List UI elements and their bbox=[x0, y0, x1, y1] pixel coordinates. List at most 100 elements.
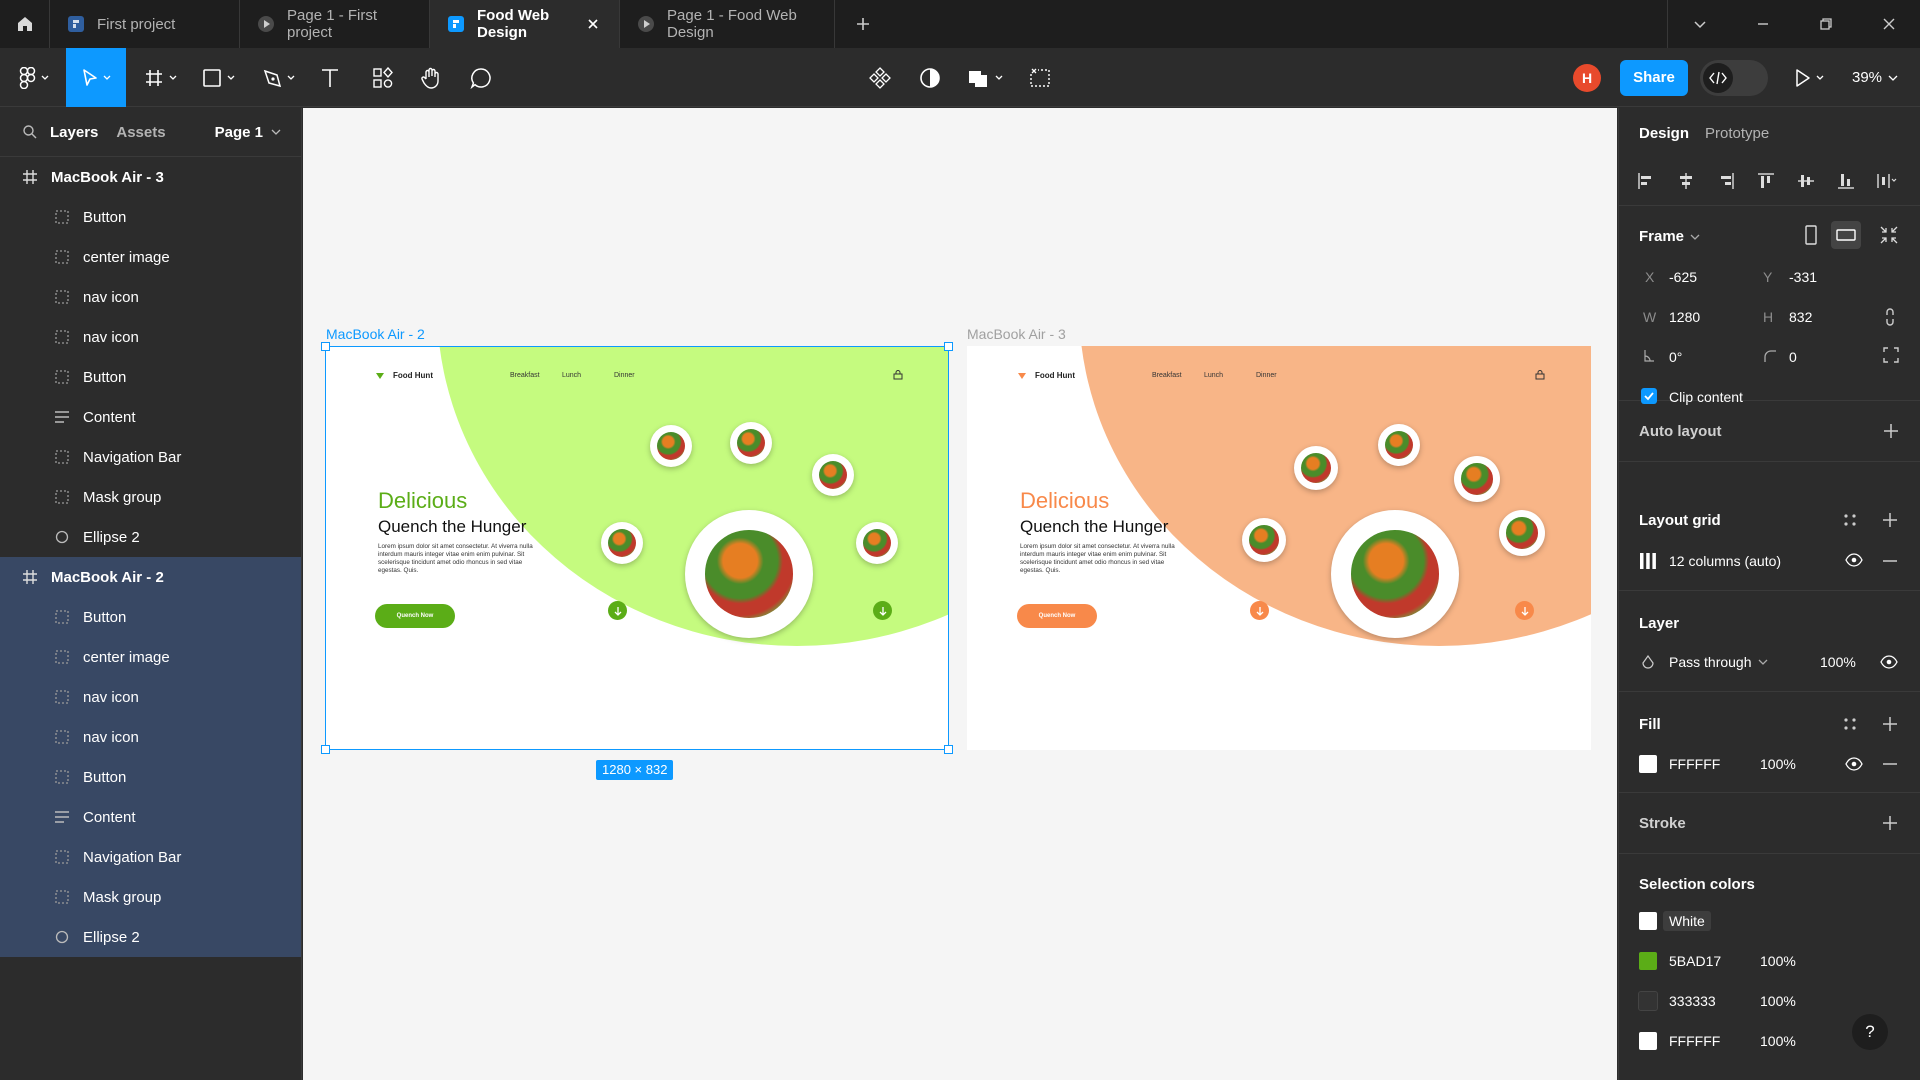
tab-design[interactable]: Design bbox=[1639, 125, 1689, 142]
layer-item[interactable]: Navigation Bar bbox=[0, 437, 301, 477]
layer-item[interactable]: Button bbox=[0, 357, 301, 397]
resize-to-fit-icon[interactable] bbox=[1877, 223, 1901, 247]
color-opacity[interactable]: 100% bbox=[1760, 1033, 1796, 1049]
columns-icon[interactable] bbox=[1639, 552, 1657, 570]
y-input[interactable]: -331 bbox=[1789, 269, 1817, 285]
frame-preset-dropdown[interactable]: Frame bbox=[1639, 228, 1700, 245]
color-label[interactable]: FFFFFF bbox=[1669, 1033, 1720, 1049]
layer-opacity-input[interactable]: 100% bbox=[1820, 654, 1856, 670]
layer-item[interactable]: nav icon bbox=[0, 717, 301, 757]
align-middle-v-button[interactable] bbox=[1797, 172, 1817, 190]
x-input[interactable]: -625 bbox=[1669, 269, 1697, 285]
frame-tool-button[interactable] bbox=[140, 48, 186, 107]
help-button[interactable]: ? bbox=[1852, 1014, 1888, 1050]
shape-tool-button[interactable] bbox=[198, 48, 244, 107]
layer-item[interactable]: Ellipse 2 bbox=[0, 917, 301, 957]
close-icon[interactable] bbox=[583, 14, 603, 34]
layer-item[interactable]: center image bbox=[0, 637, 301, 677]
layer-item[interactable]: Ellipse 2 bbox=[0, 517, 301, 557]
color-label[interactable]: 333333 bbox=[1669, 993, 1716, 1009]
layer-item[interactable]: Button bbox=[0, 597, 301, 637]
eye-icon[interactable] bbox=[1845, 553, 1863, 567]
tab-prototype[interactable]: Prototype bbox=[1705, 125, 1769, 142]
tab-page1-first-project[interactable]: Page 1 - First project bbox=[240, 0, 430, 48]
restore-button[interactable] bbox=[1794, 0, 1857, 48]
frame-macbook-air-3[interactable]: Food Hunt Breakfast Lunch Dinner Delicious Qu… bbox=[967, 346, 1591, 750]
plus-icon[interactable] bbox=[1882, 815, 1898, 831]
plus-icon[interactable] bbox=[1882, 716, 1898, 732]
main-menu-button[interactable] bbox=[10, 48, 58, 107]
align-center-h-button[interactable] bbox=[1677, 172, 1697, 190]
minus-icon[interactable] bbox=[1882, 756, 1898, 772]
page-selector[interactable]: Page 1 bbox=[215, 124, 263, 141]
eye-icon[interactable] bbox=[1880, 655, 1898, 669]
zoom-menu[interactable]: 39% bbox=[1848, 48, 1902, 107]
home-button[interactable] bbox=[0, 0, 50, 48]
align-top-button[interactable] bbox=[1757, 172, 1777, 190]
tabs-dropdown-button[interactable] bbox=[1668, 0, 1731, 48]
minus-icon[interactable] bbox=[1882, 553, 1898, 569]
grid-value[interactable]: 12 columns (auto) bbox=[1669, 553, 1781, 569]
layer-item[interactable]: Mask group bbox=[0, 477, 301, 517]
layer-frame[interactable]: MacBook Air - 2 bbox=[0, 557, 301, 597]
align-right-button[interactable] bbox=[1717, 172, 1737, 190]
chevron-down-icon[interactable] bbox=[271, 127, 281, 137]
resize-handle-br[interactable] bbox=[944, 745, 953, 754]
color-swatch[interactable] bbox=[1639, 912, 1657, 930]
pen-tool-button[interactable] bbox=[258, 48, 304, 107]
color-opacity[interactable]: 100% bbox=[1760, 993, 1796, 1009]
width-input[interactable]: 1280 bbox=[1669, 309, 1700, 325]
layer-item[interactable]: Content bbox=[0, 797, 301, 837]
frame-label-macbook-air-2[interactable]: MacBook Air - 2 bbox=[326, 326, 425, 342]
height-input[interactable]: 832 bbox=[1789, 309, 1812, 325]
fill-hex-input[interactable]: FFFFFF bbox=[1669, 756, 1720, 772]
tab-food-web-design[interactable]: Food Web Design bbox=[430, 0, 620, 48]
crop-button[interactable] bbox=[1026, 48, 1054, 107]
plus-icon[interactable] bbox=[1882, 512, 1898, 528]
distribute-button[interactable] bbox=[1877, 172, 1897, 190]
align-bottom-button[interactable] bbox=[1837, 172, 1857, 190]
layer-item[interactable]: Content bbox=[0, 397, 301, 437]
add-auto-layout-icon[interactable] bbox=[1883, 423, 1899, 439]
color-label[interactable]: White bbox=[1663, 911, 1711, 931]
layer-item[interactable]: Navigation Bar bbox=[0, 837, 301, 877]
layer-item[interactable]: nav icon bbox=[0, 677, 301, 717]
layer-item[interactable]: Button bbox=[0, 197, 301, 237]
styles-grid-icon[interactable] bbox=[1843, 717, 1857, 731]
constrain-proportions-icon[interactable] bbox=[1883, 307, 1897, 327]
tab-layers[interactable]: Layers bbox=[50, 124, 98, 141]
fill-swatch[interactable] bbox=[1639, 755, 1657, 773]
color-swatch[interactable] bbox=[1638, 991, 1658, 1011]
layer-item[interactable]: Button bbox=[0, 757, 301, 797]
landscape-button[interactable] bbox=[1831, 221, 1861, 249]
portrait-icon[interactable] bbox=[1799, 223, 1823, 247]
share-button[interactable]: Share bbox=[1620, 48, 1688, 107]
layer-item[interactable]: nav icon bbox=[0, 317, 301, 357]
tab-page1-food-web-design[interactable]: Page 1 - Food Web Design bbox=[620, 0, 835, 48]
independent-corners-icon[interactable] bbox=[1883, 347, 1899, 363]
color-swatch[interactable] bbox=[1639, 1032, 1657, 1050]
dev-mode-toggle[interactable] bbox=[1700, 48, 1768, 107]
frame-label-macbook-air-3[interactable]: MacBook Air - 3 bbox=[967, 326, 1066, 342]
tab-assets[interactable]: Assets bbox=[116, 124, 165, 141]
rotation-input[interactable]: 0° bbox=[1669, 349, 1682, 365]
layer-item[interactable]: center image bbox=[0, 237, 301, 277]
eye-icon[interactable] bbox=[1845, 757, 1863, 771]
resize-handle-tr[interactable] bbox=[944, 342, 953, 351]
create-component-button[interactable] bbox=[866, 48, 894, 107]
mask-button[interactable] bbox=[916, 48, 944, 107]
color-swatch[interactable] bbox=[1639, 952, 1657, 970]
move-tool-button[interactable] bbox=[66, 48, 126, 107]
frame-macbook-air-2[interactable]: Food Hunt Breakfast Lunch Dinner Delicious Qu… bbox=[325, 346, 949, 750]
new-tab-button[interactable] bbox=[835, 0, 891, 48]
layer-frame[interactable]: MacBook Air - 3 bbox=[0, 157, 301, 197]
resize-handle-bl[interactable] bbox=[321, 745, 330, 754]
close-window-button[interactable] bbox=[1857, 0, 1920, 48]
fill-opacity-input[interactable]: 100% bbox=[1760, 756, 1796, 772]
hand-tool-button[interactable] bbox=[416, 48, 446, 107]
boolean-button[interactable] bbox=[966, 48, 1008, 107]
layer-item[interactable]: nav icon bbox=[0, 277, 301, 317]
layer-item[interactable]: Mask group bbox=[0, 877, 301, 917]
user-avatar[interactable]: H bbox=[1572, 48, 1602, 107]
text-tool-button[interactable] bbox=[315, 48, 345, 107]
